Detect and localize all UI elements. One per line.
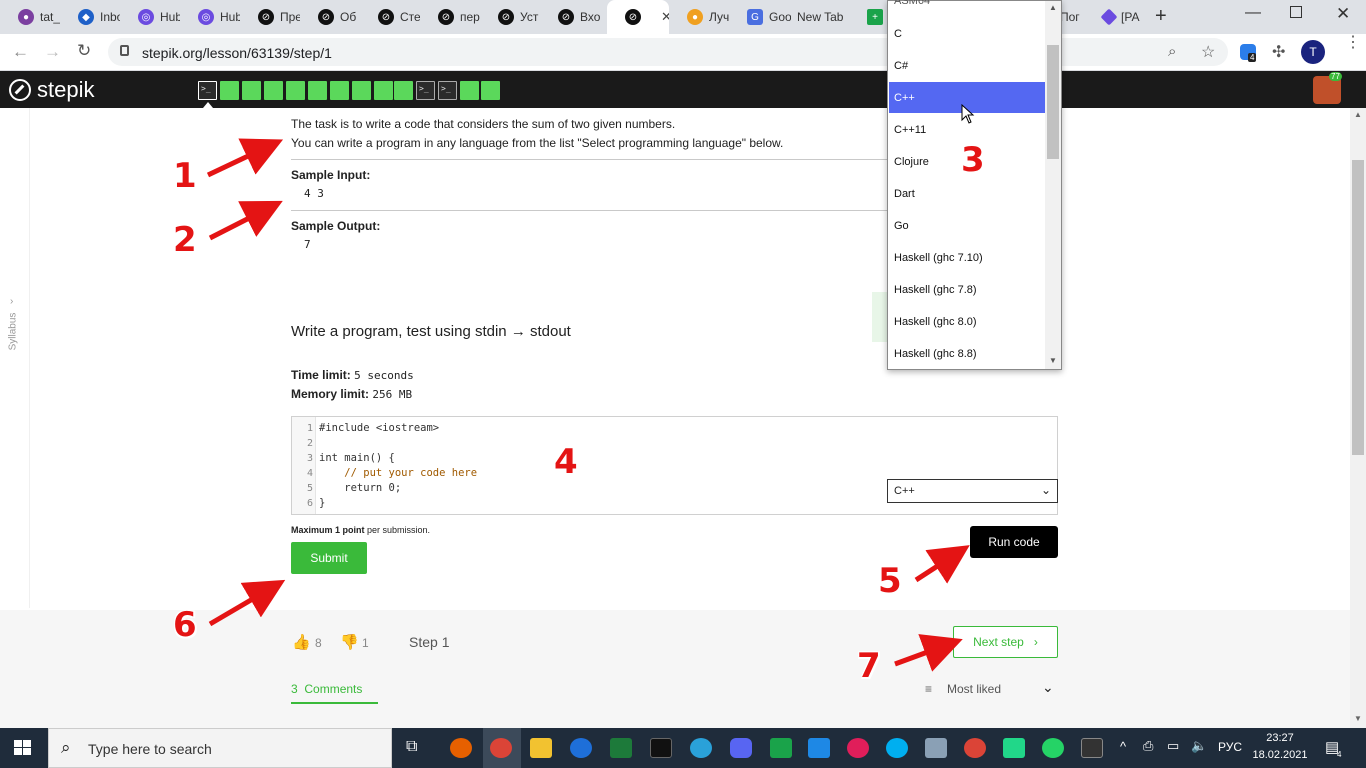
- folder-icon[interactable]: [530, 738, 552, 758]
- annotation-arrows: [206, 138, 970, 672]
- annotation-number: 6: [173, 605, 197, 645]
- terminal-icon[interactable]: [650, 738, 672, 758]
- slack-icon[interactable]: [847, 738, 869, 758]
- telegram-icon[interactable]: [690, 738, 712, 758]
- app-icon[interactable]: [925, 738, 947, 758]
- chrome-icon[interactable]: [964, 738, 986, 758]
- annotation-number: 4: [554, 442, 578, 482]
- chrome-icon[interactable]: [490, 738, 512, 758]
- search-placeholder: Type here to search: [88, 741, 212, 757]
- volume-icon[interactable]: 🔈: [1191, 738, 1207, 754]
- windows-taskbar: ⌕ Type here to search ⧉ ^ ⎙ ▭ 🔈 РУС 23:2…: [0, 728, 1366, 768]
- chart-app-icon[interactable]: [610, 738, 632, 758]
- annotation-arrow: [914, 545, 970, 584]
- tray-camera-icon[interactable]: ⎙: [1143, 738, 1153, 754]
- annotation-arrow: [208, 579, 286, 627]
- annotation-number: 2: [173, 220, 197, 260]
- windows-start-icon[interactable]: [14, 740, 32, 756]
- task-view-icon[interactable]: ⧉: [406, 738, 417, 756]
- discord-icon[interactable]: [730, 738, 752, 758]
- mail-icon[interactable]: [570, 738, 592, 758]
- network-app-icon[interactable]: [808, 738, 830, 758]
- whatsapp-icon[interactable]: [1042, 738, 1064, 758]
- taskbar-search[interactable]: ⌕ Type here to search: [48, 728, 392, 768]
- annotation-arrow: [208, 200, 283, 241]
- annotation-arrow: [206, 138, 284, 178]
- annotation-number: 5: [878, 561, 902, 601]
- battery-icon[interactable]: ▭: [1167, 738, 1179, 754]
- sheets-icon[interactable]: [770, 738, 792, 758]
- firefox-icon[interactable]: [450, 738, 472, 758]
- language-indicator[interactable]: РУС: [1218, 740, 1242, 754]
- clock-date[interactable]: 18.02.2021: [1251, 749, 1309, 761]
- search-icon: ⌕: [61, 738, 71, 757]
- annotation-number: 7: [857, 646, 881, 686]
- annotation-number: 1: [173, 156, 197, 196]
- annotation-number: 3: [961, 140, 985, 180]
- pycharm-icon[interactable]: [1003, 738, 1025, 758]
- console-icon[interactable]: [1081, 738, 1103, 758]
- clock-time[interactable]: 23:27: [1255, 732, 1305, 744]
- annotation-arrow: [894, 634, 963, 672]
- notification-count: 4: [1337, 750, 1342, 759]
- skype-icon[interactable]: [886, 738, 908, 758]
- tray-chevron-icon[interactable]: ^: [1120, 739, 1126, 754]
